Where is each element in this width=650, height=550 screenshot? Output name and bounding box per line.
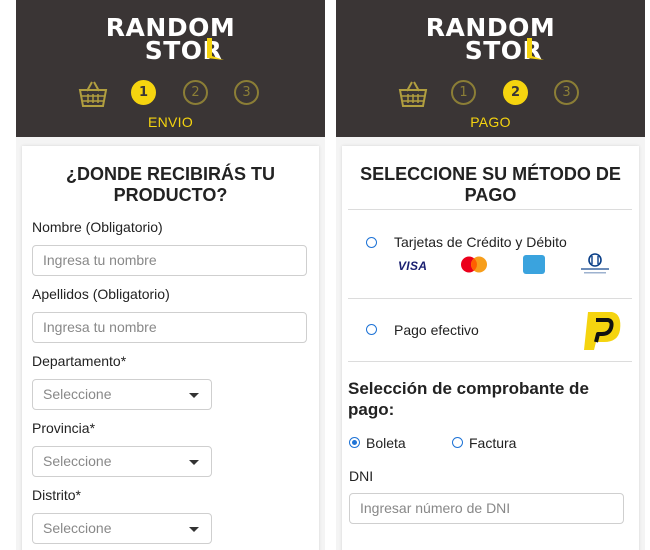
receipt-title: Selección de comprobante de pago: bbox=[348, 379, 589, 419]
checkout-steps: 1 2 3 bbox=[336, 80, 645, 110]
step-label: PAGO bbox=[470, 114, 511, 130]
boleta-label[interactable]: Boleta bbox=[366, 435, 406, 451]
distrito-label: Distrito* bbox=[32, 487, 82, 503]
basket-icon bbox=[78, 81, 108, 107]
distrito-select[interactable]: Seleccione bbox=[32, 513, 212, 544]
page-title: ¿DONDE RECIBIRÁS TU PRODUCTO? bbox=[65, 164, 275, 205]
cards-radio[interactable] bbox=[366, 237, 377, 248]
cash-option-label[interactable]: Pago efectivo bbox=[394, 322, 479, 338]
divider bbox=[348, 209, 632, 210]
cash-radio[interactable] bbox=[366, 324, 377, 335]
provincia-select[interactable]: Seleccione bbox=[32, 446, 212, 477]
apellidos-input[interactable]: Ingresa tu nombre bbox=[32, 312, 307, 343]
pagoefectivo-logo bbox=[584, 312, 621, 350]
cards-option-label[interactable]: Tarjetas de Crédito y Débito bbox=[394, 234, 567, 250]
step-3[interactable]: 3 bbox=[234, 80, 259, 105]
logo-mark-icon bbox=[207, 38, 224, 60]
step-2[interactable]: 2 bbox=[503, 80, 528, 105]
visa-logo: VISA bbox=[398, 259, 428, 273]
dni-label: DNI bbox=[349, 468, 374, 484]
step-2[interactable]: 2 bbox=[183, 80, 208, 105]
header: RANDOM STOR 1 2 3 ENVIO bbox=[16, 0, 325, 137]
provincia-label: Provincia* bbox=[32, 420, 96, 436]
departamento-select[interactable]: Seleccione bbox=[32, 379, 212, 410]
departamento-label: Departamento* bbox=[32, 353, 127, 369]
factura-label[interactable]: Factura bbox=[469, 435, 516, 451]
distrito-value: Seleccione bbox=[43, 520, 112, 536]
mastercard-logo bbox=[461, 256, 487, 273]
apellidos-label: Apellidos (Obligatorio) bbox=[32, 286, 170, 302]
logo-line-2: STOR bbox=[464, 36, 543, 65]
divider bbox=[348, 298, 632, 299]
caret-down-icon bbox=[189, 393, 199, 398]
step-1[interactable]: 1 bbox=[131, 80, 156, 105]
shipping-panel: RANDOM STOR 1 2 3 ENVIO ¿DONDE RECIBIRÁS… bbox=[16, 0, 325, 550]
page-title: SELECCIONE SU MÉTODO DE PAGO bbox=[360, 164, 621, 205]
departamento-value: Seleccione bbox=[43, 386, 112, 402]
divider bbox=[348, 361, 632, 362]
amex-logo bbox=[523, 255, 545, 274]
store-logo[interactable]: RANDOM STOR bbox=[16, 15, 325, 65]
basket-icon bbox=[398, 81, 428, 107]
shipping-form: ¿DONDE RECIBIRÁS TU PRODUCTO? Nombre (Ob… bbox=[22, 146, 319, 550]
step-label: ENVIO bbox=[147, 114, 194, 130]
caret-down-icon bbox=[189, 460, 199, 465]
payment-panel: RANDOM STOR 1 2 3 PAGO SELECCIONE SU MÉT… bbox=[336, 0, 645, 550]
logo-line-2: STOR bbox=[144, 36, 223, 65]
boleta-radio[interactable] bbox=[349, 437, 360, 448]
logo-mark-icon bbox=[527, 38, 544, 60]
step-3[interactable]: 3 bbox=[554, 80, 579, 105]
checkout-steps: 1 2 3 bbox=[16, 80, 325, 110]
nombre-input[interactable]: Ingresa tu nombre bbox=[32, 245, 307, 276]
caret-down-icon bbox=[189, 527, 199, 532]
provincia-value: Seleccione bbox=[43, 453, 112, 469]
dni-input[interactable]: Ingresar número de DNI bbox=[349, 493, 624, 524]
nombre-label: Nombre (Obligatorio) bbox=[32, 219, 163, 235]
header: RANDOM STOR 1 2 3 PAGO bbox=[336, 0, 645, 137]
step-1[interactable]: 1 bbox=[451, 80, 476, 105]
payment-form: SELECCIONE SU MÉTODO DE PAGO Tarjetas de… bbox=[342, 146, 639, 550]
store-logo[interactable]: RANDOM STOR bbox=[336, 15, 645, 65]
factura-radio[interactable] bbox=[452, 437, 463, 448]
diners-logo bbox=[581, 253, 609, 274]
